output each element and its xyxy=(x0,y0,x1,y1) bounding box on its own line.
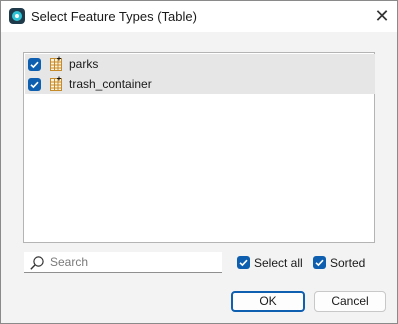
sorted-label: Sorted xyxy=(330,256,366,270)
select-all-option[interactable]: Select all xyxy=(237,256,307,272)
list-item[interactable]: parks xyxy=(25,54,375,74)
list-item-label: trash_container xyxy=(69,77,152,91)
search-box[interactable] xyxy=(24,252,222,273)
list-item[interactable]: trash_container xyxy=(25,74,375,94)
checkbox[interactable] xyxy=(28,58,41,71)
checkmark-icon xyxy=(30,81,39,89)
window-title: Select Feature Types (Table) xyxy=(31,9,197,24)
sorted-checkbox[interactable] xyxy=(313,256,326,269)
select-feature-types-dialog: Select Feature Types (Table) ✕ parks tra… xyxy=(0,0,398,324)
search-icon xyxy=(30,256,44,270)
search-input[interactable] xyxy=(50,254,216,270)
table-icon xyxy=(50,76,62,91)
select-all-checkbox[interactable] xyxy=(237,256,250,269)
checkmark-icon xyxy=(30,61,39,69)
ok-button[interactable]: OK xyxy=(231,291,305,312)
feature-type-list[interactable]: parks trash_container xyxy=(23,52,375,243)
title-bar[interactable]: Select Feature Types (Table) ✕ xyxy=(1,1,397,32)
checkmark-icon xyxy=(315,259,324,267)
cancel-button[interactable]: Cancel xyxy=(314,291,386,312)
list-item-label: parks xyxy=(69,57,99,71)
checkbox[interactable] xyxy=(28,78,41,91)
sorted-option[interactable]: Sorted xyxy=(313,256,373,272)
close-icon[interactable]: ✕ xyxy=(371,6,393,28)
app-logo-icon xyxy=(9,8,25,24)
table-icon xyxy=(50,56,62,71)
select-all-label: Select all xyxy=(254,256,303,270)
checkmark-icon xyxy=(239,259,248,267)
